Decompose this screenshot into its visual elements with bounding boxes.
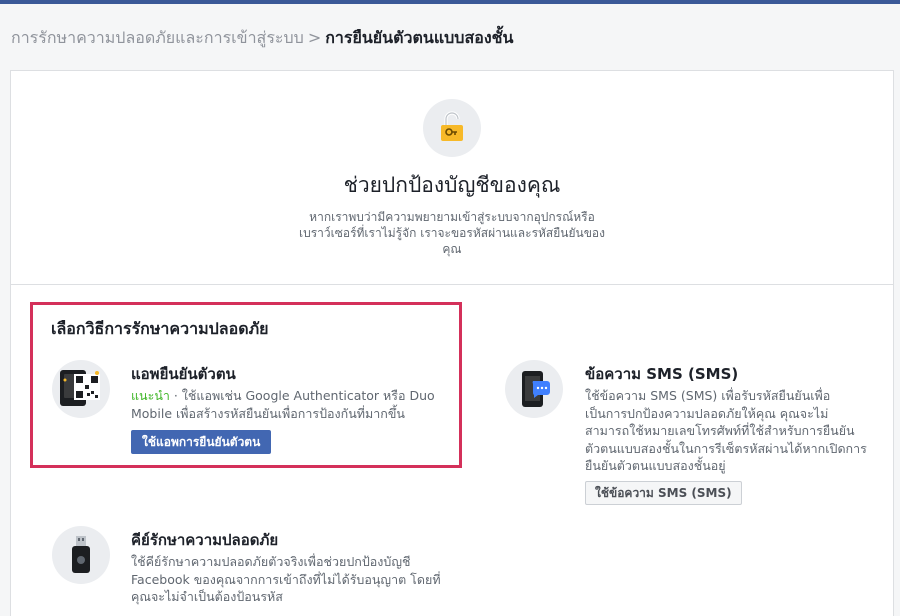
security-key-description: ใช้คีย์รักษาความปลอดภัยตัวจริงเพื่อช่วยป… (131, 554, 441, 604)
methods-title: เลือกวิธีการรักษาความปลอดภัย (51, 319, 269, 338)
hero-title: ช่วยปกป้องบัญชีของคุณ (343, 173, 561, 197)
security-key-title: คีย์รักษาความปลอดภัย (131, 531, 279, 549)
breadcrumb-current: การยืนยันตัวตนแบบสองชั้น (325, 28, 514, 47)
phone-message-icon (505, 360, 563, 418)
sms-description: ใช้ข้อความ SMS (SMS) เพื่อรับรหัสยืนยันเ… (585, 388, 867, 473)
recommended-dot: · (169, 388, 182, 403)
recommended-badge: แนะนำ (131, 388, 170, 403)
two-factor-card: ช่วยปกป้องบัญชีของคุณ หากเราพบว่ามีความพ… (10, 70, 894, 616)
breadcrumb: การรักษาความปลอดภัยและการเข้าสู่ระบบ > การ… (11, 26, 513, 51)
breadcrumb-parent-link[interactable]: การรักษาความปลอดภัยและการเข้าสู่ระบบ (11, 28, 304, 47)
use-sms-button[interactable]: ใช้ข้อความ SMS (SMS) (585, 481, 742, 505)
section-divider (11, 284, 893, 285)
qr-phone-icon (52, 360, 110, 418)
top-bar (0, 0, 900, 4)
hero-description: หากเราพบว่ามีความพยายามเข้าสู่ระบบจากอุป… (298, 210, 605, 256)
usb-key-icon (52, 526, 110, 584)
lock-key-icon (423, 99, 481, 157)
auth-app-title: แอพยืนยันตัวตน (131, 365, 236, 383)
sms-title: ข้อความ SMS (SMS) (585, 365, 739, 383)
use-auth-app-button[interactable]: ใช้แอพการยืนยันตัวตน (131, 430, 272, 454)
breadcrumb-separator: > (307, 28, 322, 47)
auth-app-description: แนะนำ · ใช้แอพเช่น Google Authenticator … (131, 387, 449, 422)
